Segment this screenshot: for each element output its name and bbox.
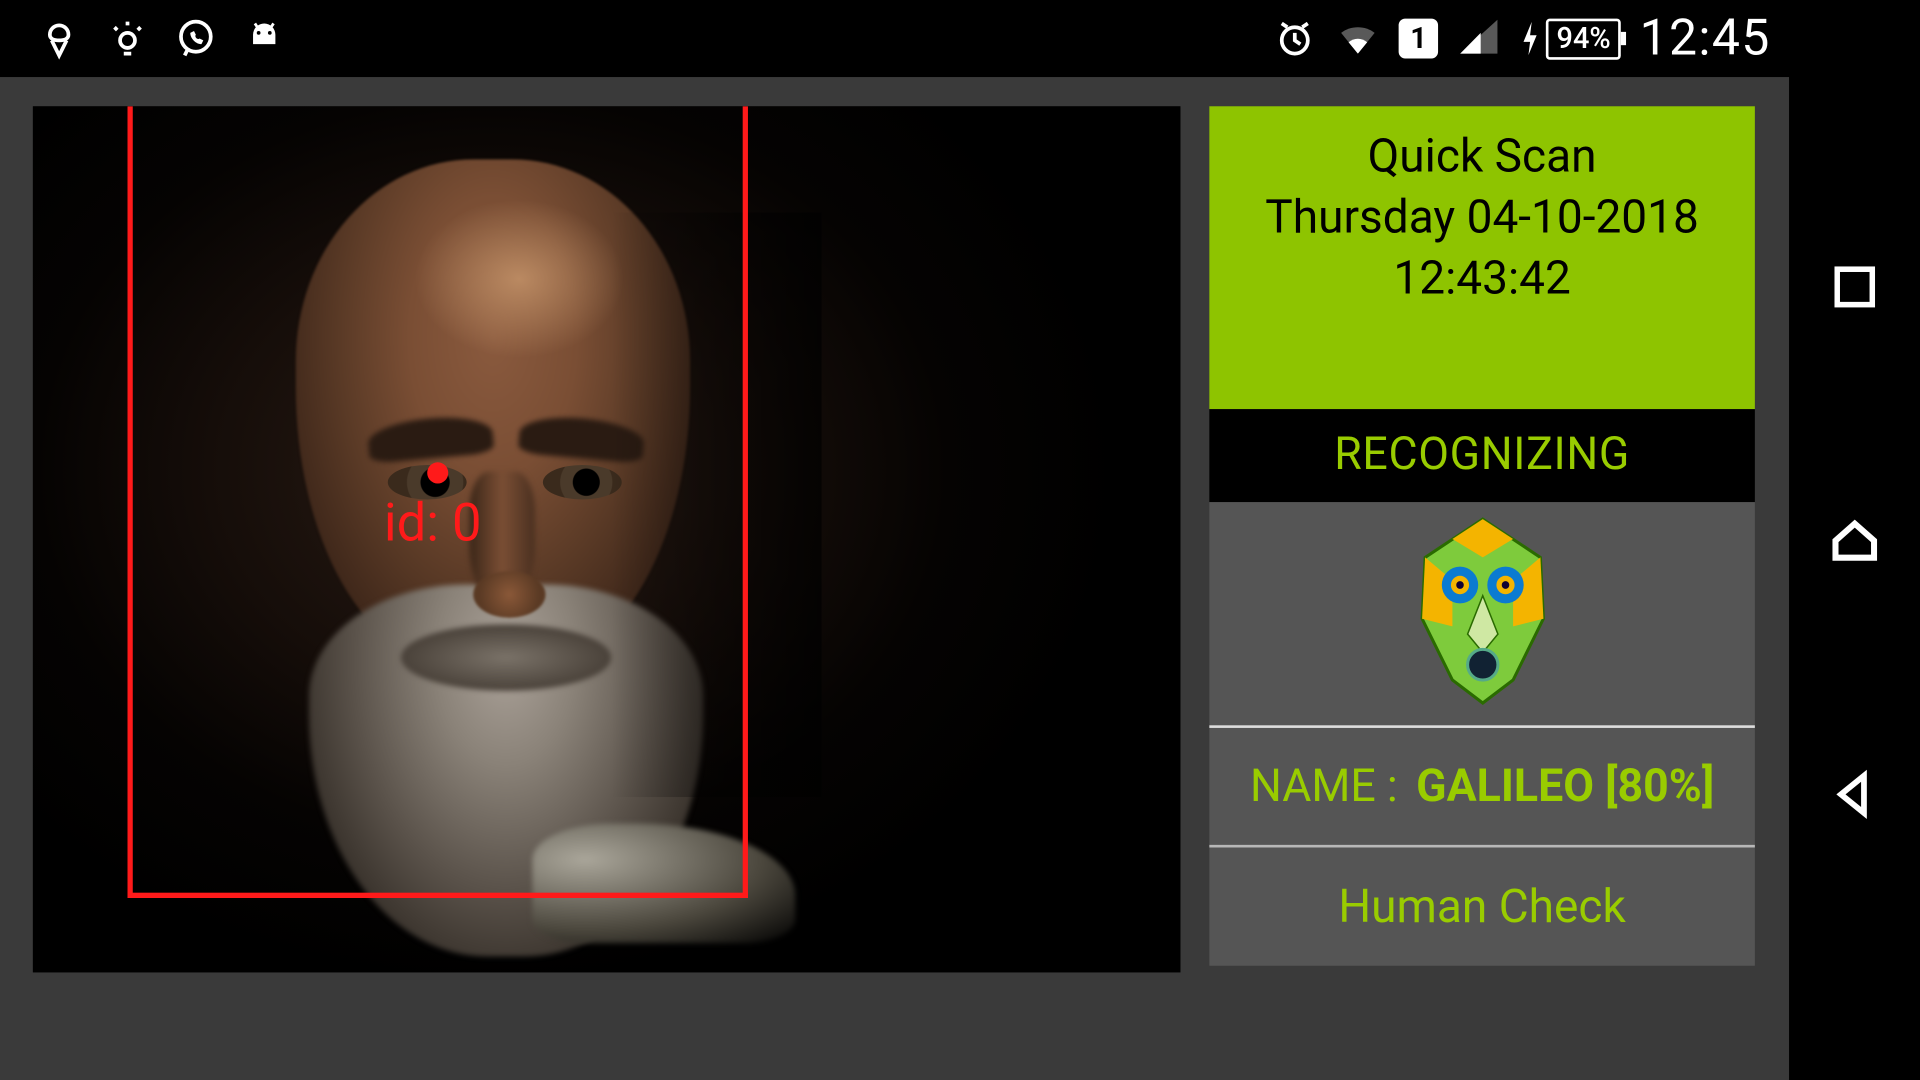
icecream-icon	[37, 16, 82, 61]
camera-preview[interactable]: id: 0	[33, 106, 1181, 972]
scan-date: Thursday 04-10-2018	[1222, 188, 1741, 246]
name-value: GALILEO [80%]	[1416, 760, 1714, 813]
lightbulb-icon	[105, 16, 150, 61]
nav-home-button[interactable]	[1825, 509, 1885, 570]
android-head-icon	[242, 16, 287, 61]
geometric-face-mask-icon	[1406, 511, 1558, 716]
app-content: id: 0 Quick Scan Thursday 04-10-2018 12:…	[0, 77, 1789, 1080]
human-check-button[interactable]: Human Check	[1209, 848, 1755, 966]
recognizing-status: RECOGNIZING	[1209, 409, 1755, 502]
name-result-row: NAME : GALILEO [80%]	[1209, 728, 1755, 848]
scan-time: 12:43:42	[1222, 249, 1741, 307]
nav-back-button[interactable]	[1825, 763, 1885, 824]
android-statusbar: 1 94% 12:45	[0, 0, 1789, 77]
whatsapp-icon	[174, 16, 219, 61]
face-center-dot	[427, 462, 448, 483]
battery-percent: 94%	[1546, 18, 1621, 59]
scan-header: Quick Scan Thursday 04-10-2018 12:43:42	[1209, 106, 1755, 409]
mask-icon-row	[1209, 502, 1755, 728]
android-navbar	[1789, 0, 1920, 1080]
statusbar-clock: 12:45	[1640, 9, 1771, 67]
nav-recents-button[interactable]	[1825, 256, 1885, 317]
battery-indicator: 94%	[1520, 18, 1622, 59]
face-id-label: id: 0	[384, 492, 482, 554]
scan-results-panel: Quick Scan Thursday 04-10-2018 12:43:42 …	[1209, 106, 1755, 965]
wifi-icon	[1336, 16, 1381, 61]
charging-bolt-icon	[1520, 19, 1541, 59]
alarm-icon	[1273, 16, 1318, 61]
sim-badge: 1	[1399, 19, 1438, 59]
name-label: NAME :	[1250, 760, 1398, 813]
cell-signal-icon	[1457, 16, 1502, 61]
scan-title: Quick Scan	[1222, 128, 1741, 186]
